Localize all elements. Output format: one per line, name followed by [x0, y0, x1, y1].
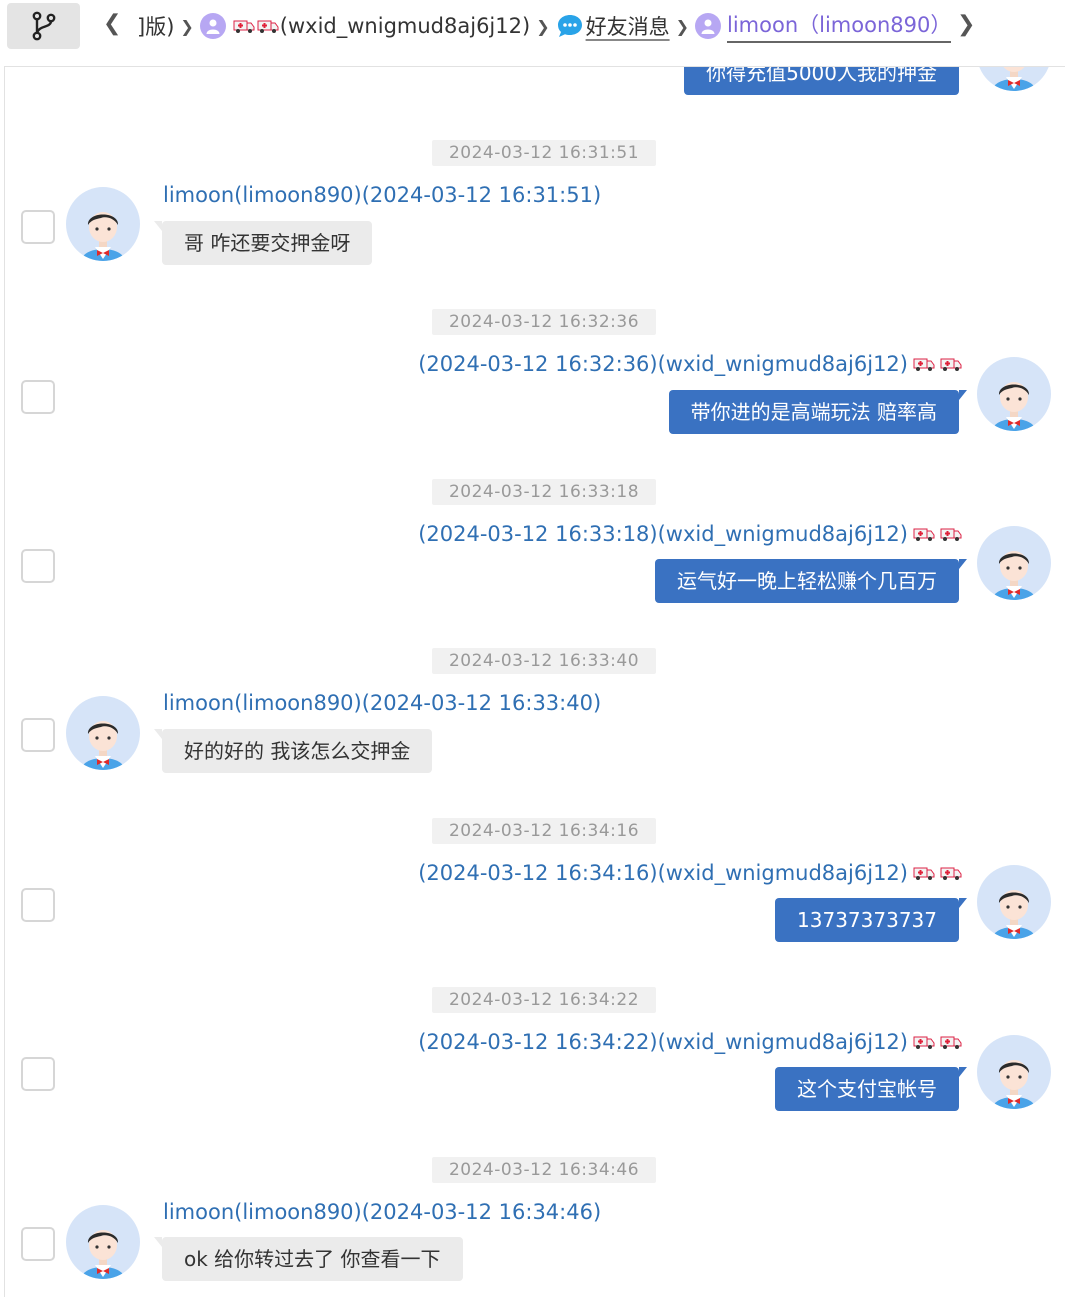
back-icon[interactable]: ❮: [103, 13, 121, 35]
message-timestamp: 2024-03-12 16:32:36: [432, 309, 656, 335]
sender-label-text: (2024-03-12 16:34:22)(wxid_wnigmud8aj6j1…: [418, 1030, 908, 1054]
avatar-icon: [992, 551, 1036, 600]
avatar: [977, 865, 1051, 939]
avatar: [977, 357, 1051, 431]
avatar: [977, 526, 1051, 600]
forward-icon[interactable]: ❯: [957, 14, 975, 36]
avatar-icon: [81, 1230, 125, 1279]
message-bubble: 好的好的 我该怎么交押金: [153, 729, 433, 773]
message-timestamp: 2024-03-12 16:33:18: [432, 479, 656, 505]
branch-icon: [32, 11, 55, 41]
chevron-right-icon: ❯: [180, 16, 194, 36]
sender-label: limoon(limoon890)(2024-03-12 16:33:40): [163, 691, 602, 715]
sender-label: limoon(limoon890)(2024-03-12 16:31:51): [163, 183, 602, 207]
avatar-icon: [992, 67, 1036, 91]
message-bubble: 运气好一晚上轻松赚个几百万: [655, 559, 967, 603]
ambulance-icon: [908, 526, 962, 542]
sender-label: (2024-03-12 16:34:16)(wxid_wnigmud8aj6j1…: [418, 861, 962, 885]
message-bubble: ok 给你转过去了 你查看一下: [154, 1237, 463, 1281]
avatar-icon: [992, 382, 1036, 431]
breadcrumb-item-current[interactable]: limoon（limoon890）: [727, 9, 952, 43]
message-bubble: 这个支付宝帐号: [775, 1067, 967, 1111]
sender-label: (2024-03-12 16:33:18)(wxid_wnigmud8aj6j1…: [418, 522, 962, 546]
avatar: [66, 696, 140, 770]
message-bubble: 带你进的是高端玩法 赔率高: [668, 390, 968, 434]
sender-label-text: (2024-03-12 16:33:18)(wxid_wnigmud8aj6j1…: [418, 522, 908, 546]
message-checkbox[interactable]: [21, 549, 55, 583]
chevron-right-icon: ❯: [675, 16, 689, 36]
breadcrumb: ]版) ❯ (wxid_wnigmud8aj6j12) ❯ 好友消息 ❯ lim…: [137, 9, 952, 43]
user-icon: [199, 13, 226, 39]
breadcrumb-contact-label: (wxid_wnigmud8aj6j12): [279, 14, 531, 38]
branch-button[interactable]: [7, 3, 80, 49]
sender-label: (2024-03-12 16:34:22)(wxid_wnigmud8aj6j1…: [418, 1030, 962, 1054]
message-bubble: 13737373737: [775, 898, 967, 942]
ambulance-icon: [908, 356, 962, 372]
avatar: [977, 67, 1051, 91]
user-icon: [695, 13, 721, 39]
message-timestamp: 2024-03-12 16:34:16: [432, 818, 656, 844]
message-bubble: 你得充值5000人我的押金: [684, 67, 959, 95]
ambulance-icon: [908, 865, 962, 881]
ambulance-icon: [908, 1034, 962, 1050]
message-checkbox[interactable]: [21, 1227, 55, 1261]
sender-label-text: (2024-03-12 16:32:36)(wxid_wnigmud8aj6j1…: [418, 352, 908, 376]
breadcrumb-item-partial[interactable]: ]版): [137, 11, 174, 41]
avatar-icon: [992, 890, 1036, 939]
sender-label-text: (2024-03-12 16:34:16)(wxid_wnigmud8aj6j1…: [418, 861, 908, 885]
breadcrumb-bar: ❮ ]版) ❯ (wxid_wnigmud8aj6j12) ❯ 好友消息 ❯ l…: [0, 0, 1065, 52]
ambulance-icon: [233, 20, 255, 33]
sender-label: limoon(limoon890)(2024-03-12 16:34:46): [163, 1200, 602, 1224]
message-checkbox[interactable]: [21, 718, 55, 752]
message-timestamp: 2024-03-12 16:31:51: [432, 140, 656, 166]
message-checkbox[interactable]: [21, 1057, 55, 1091]
message-checkbox[interactable]: [21, 380, 55, 414]
chat-panel[interactable]: 你得充值5000人我的押金 2024-03-12 16:31:51 limoon…: [4, 66, 1065, 1297]
sender-label: (2024-03-12 16:32:36)(wxid_wnigmud8aj6j1…: [418, 352, 962, 376]
avatar-icon: [992, 1060, 1036, 1109]
ambulance-icon: [257, 20, 279, 33]
avatar: [977, 1035, 1051, 1109]
avatar: [66, 1205, 140, 1279]
message-checkbox[interactable]: [21, 888, 55, 922]
chevron-right-icon: ❯: [536, 16, 550, 36]
avatar-icon: [81, 212, 125, 261]
message-checkbox[interactable]: [21, 210, 55, 244]
avatar: [66, 187, 140, 261]
message-timestamp: 2024-03-12 16:33:40: [432, 648, 656, 674]
breadcrumb-item-contact[interactable]: (wxid_wnigmud8aj6j12): [232, 14, 530, 38]
message-timestamp: 2024-03-12 16:34:46: [432, 1157, 656, 1183]
breadcrumb-item-category[interactable]: 好友消息: [586, 11, 670, 41]
message-bubble: 哥 咋还要交押金呀: [153, 221, 373, 265]
message-timestamp: 2024-03-12 16:34:22: [432, 987, 656, 1013]
chat-bubble-icon: [556, 13, 584, 39]
avatar-icon: [81, 721, 125, 770]
